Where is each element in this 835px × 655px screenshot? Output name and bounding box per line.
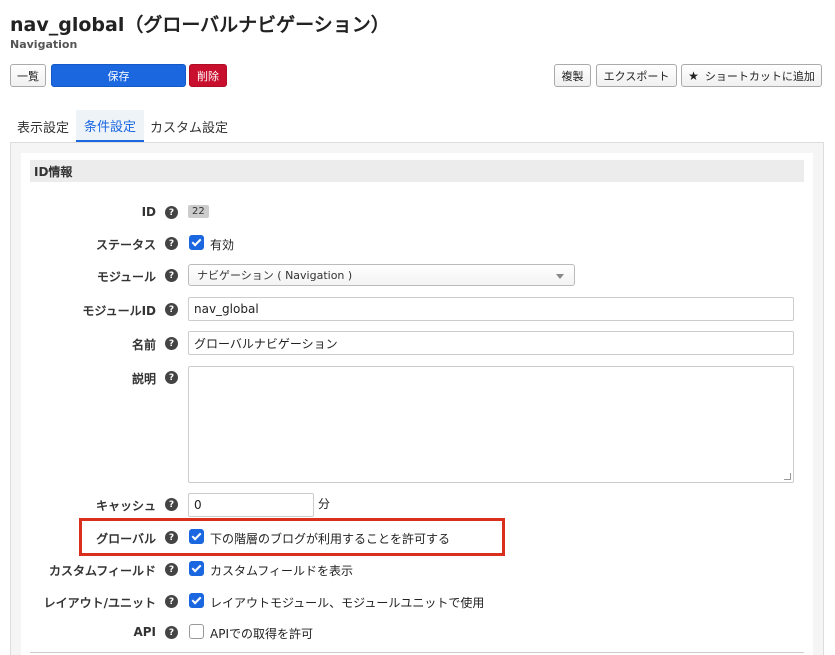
- name-input[interactable]: グローバルナビゲーション: [188, 331, 794, 355]
- help-icon[interactable]: ?: [165, 237, 178, 250]
- custom-field-checkbox-label: カスタムフィールドを表示: [210, 564, 354, 578]
- description-textarea[interactable]: [188, 366, 794, 483]
- module-label: モジュール: [96, 270, 156, 284]
- help-icon[interactable]: ?: [165, 206, 178, 219]
- api-checkbox[interactable]: [189, 624, 204, 639]
- star-icon: ★: [688, 68, 699, 83]
- cache-label: キャッシュ: [95, 499, 156, 513]
- tab-condition-settings[interactable]: 条件設定: [76, 110, 145, 142]
- status-label: ステータス: [95, 238, 156, 252]
- tab-display-settings[interactable]: 表示設定: [9, 110, 77, 142]
- name-label: 名前: [131, 338, 156, 352]
- api-label: API: [133, 625, 156, 639]
- id-value-badge: 22: [188, 205, 209, 218]
- help-icon[interactable]: ?: [165, 269, 178, 282]
- global-checkbox[interactable]: [189, 529, 204, 544]
- help-icon[interactable]: ?: [165, 531, 178, 544]
- id-label: ID: [141, 205, 156, 219]
- add-shortcut-label: ショートカットに追加: [704, 69, 815, 83]
- layout-unit-checkbox-label: レイアウトモジュール、モジュールユニットで使用: [210, 596, 485, 610]
- page-subtitle: Navigation: [10, 38, 78, 51]
- check-icon: [191, 530, 202, 541]
- export-button[interactable]: エクスポート: [596, 64, 677, 87]
- status-checkbox[interactable]: [189, 235, 204, 250]
- resize-handle-icon[interactable]: [784, 473, 791, 480]
- module-id-input[interactable]: nav_global: [188, 297, 794, 321]
- module-select[interactable]: ナビゲーション ( Navigation ): [188, 264, 575, 286]
- module-id-label: モジュールID: [82, 304, 156, 318]
- page-title: nav_global（グローバルナビゲーション）: [10, 14, 390, 36]
- add-shortcut-button[interactable]: ★ ショートカットに追加: [681, 64, 822, 87]
- custom-field-label: カスタムフィールド: [48, 564, 156, 578]
- cache-unit: 分: [318, 497, 331, 511]
- global-checkbox-label: 下の階層のブログが利用することを許可する: [210, 532, 451, 546]
- help-icon[interactable]: ?: [165, 498, 178, 511]
- module-select-value: ナビゲーション ( Navigation ): [197, 269, 353, 282]
- help-icon[interactable]: ?: [165, 595, 178, 608]
- divider: [30, 652, 804, 653]
- check-icon: [191, 562, 202, 573]
- tab-custom-settings[interactable]: カスタム設定: [142, 110, 236, 142]
- cache-input[interactable]: 0: [188, 493, 314, 517]
- duplicate-button[interactable]: 複製: [554, 64, 591, 87]
- help-icon[interactable]: ?: [165, 371, 178, 384]
- check-icon: [191, 236, 202, 247]
- help-icon[interactable]: ?: [165, 563, 178, 576]
- description-label: 説明: [131, 372, 156, 386]
- list-button[interactable]: 一覧: [10, 64, 46, 87]
- layout-unit-checkbox[interactable]: [189, 593, 204, 608]
- help-icon[interactable]: ?: [165, 337, 178, 350]
- delete-button[interactable]: 削除: [189, 64, 227, 87]
- global-label: グローバル: [96, 532, 156, 546]
- help-icon[interactable]: ?: [165, 303, 178, 316]
- chevron-down-icon: [556, 274, 564, 279]
- check-icon: [191, 594, 202, 605]
- layout-unit-label: レイアウト/ユニット: [43, 596, 156, 610]
- section-header-id-info: ID情報: [30, 160, 804, 182]
- api-checkbox-label: APIでの取得を許可: [210, 627, 313, 641]
- save-button[interactable]: 保存: [51, 64, 186, 87]
- custom-field-checkbox[interactable]: [189, 561, 204, 576]
- status-checkbox-label: 有効: [210, 238, 235, 252]
- help-icon[interactable]: ?: [165, 626, 178, 639]
